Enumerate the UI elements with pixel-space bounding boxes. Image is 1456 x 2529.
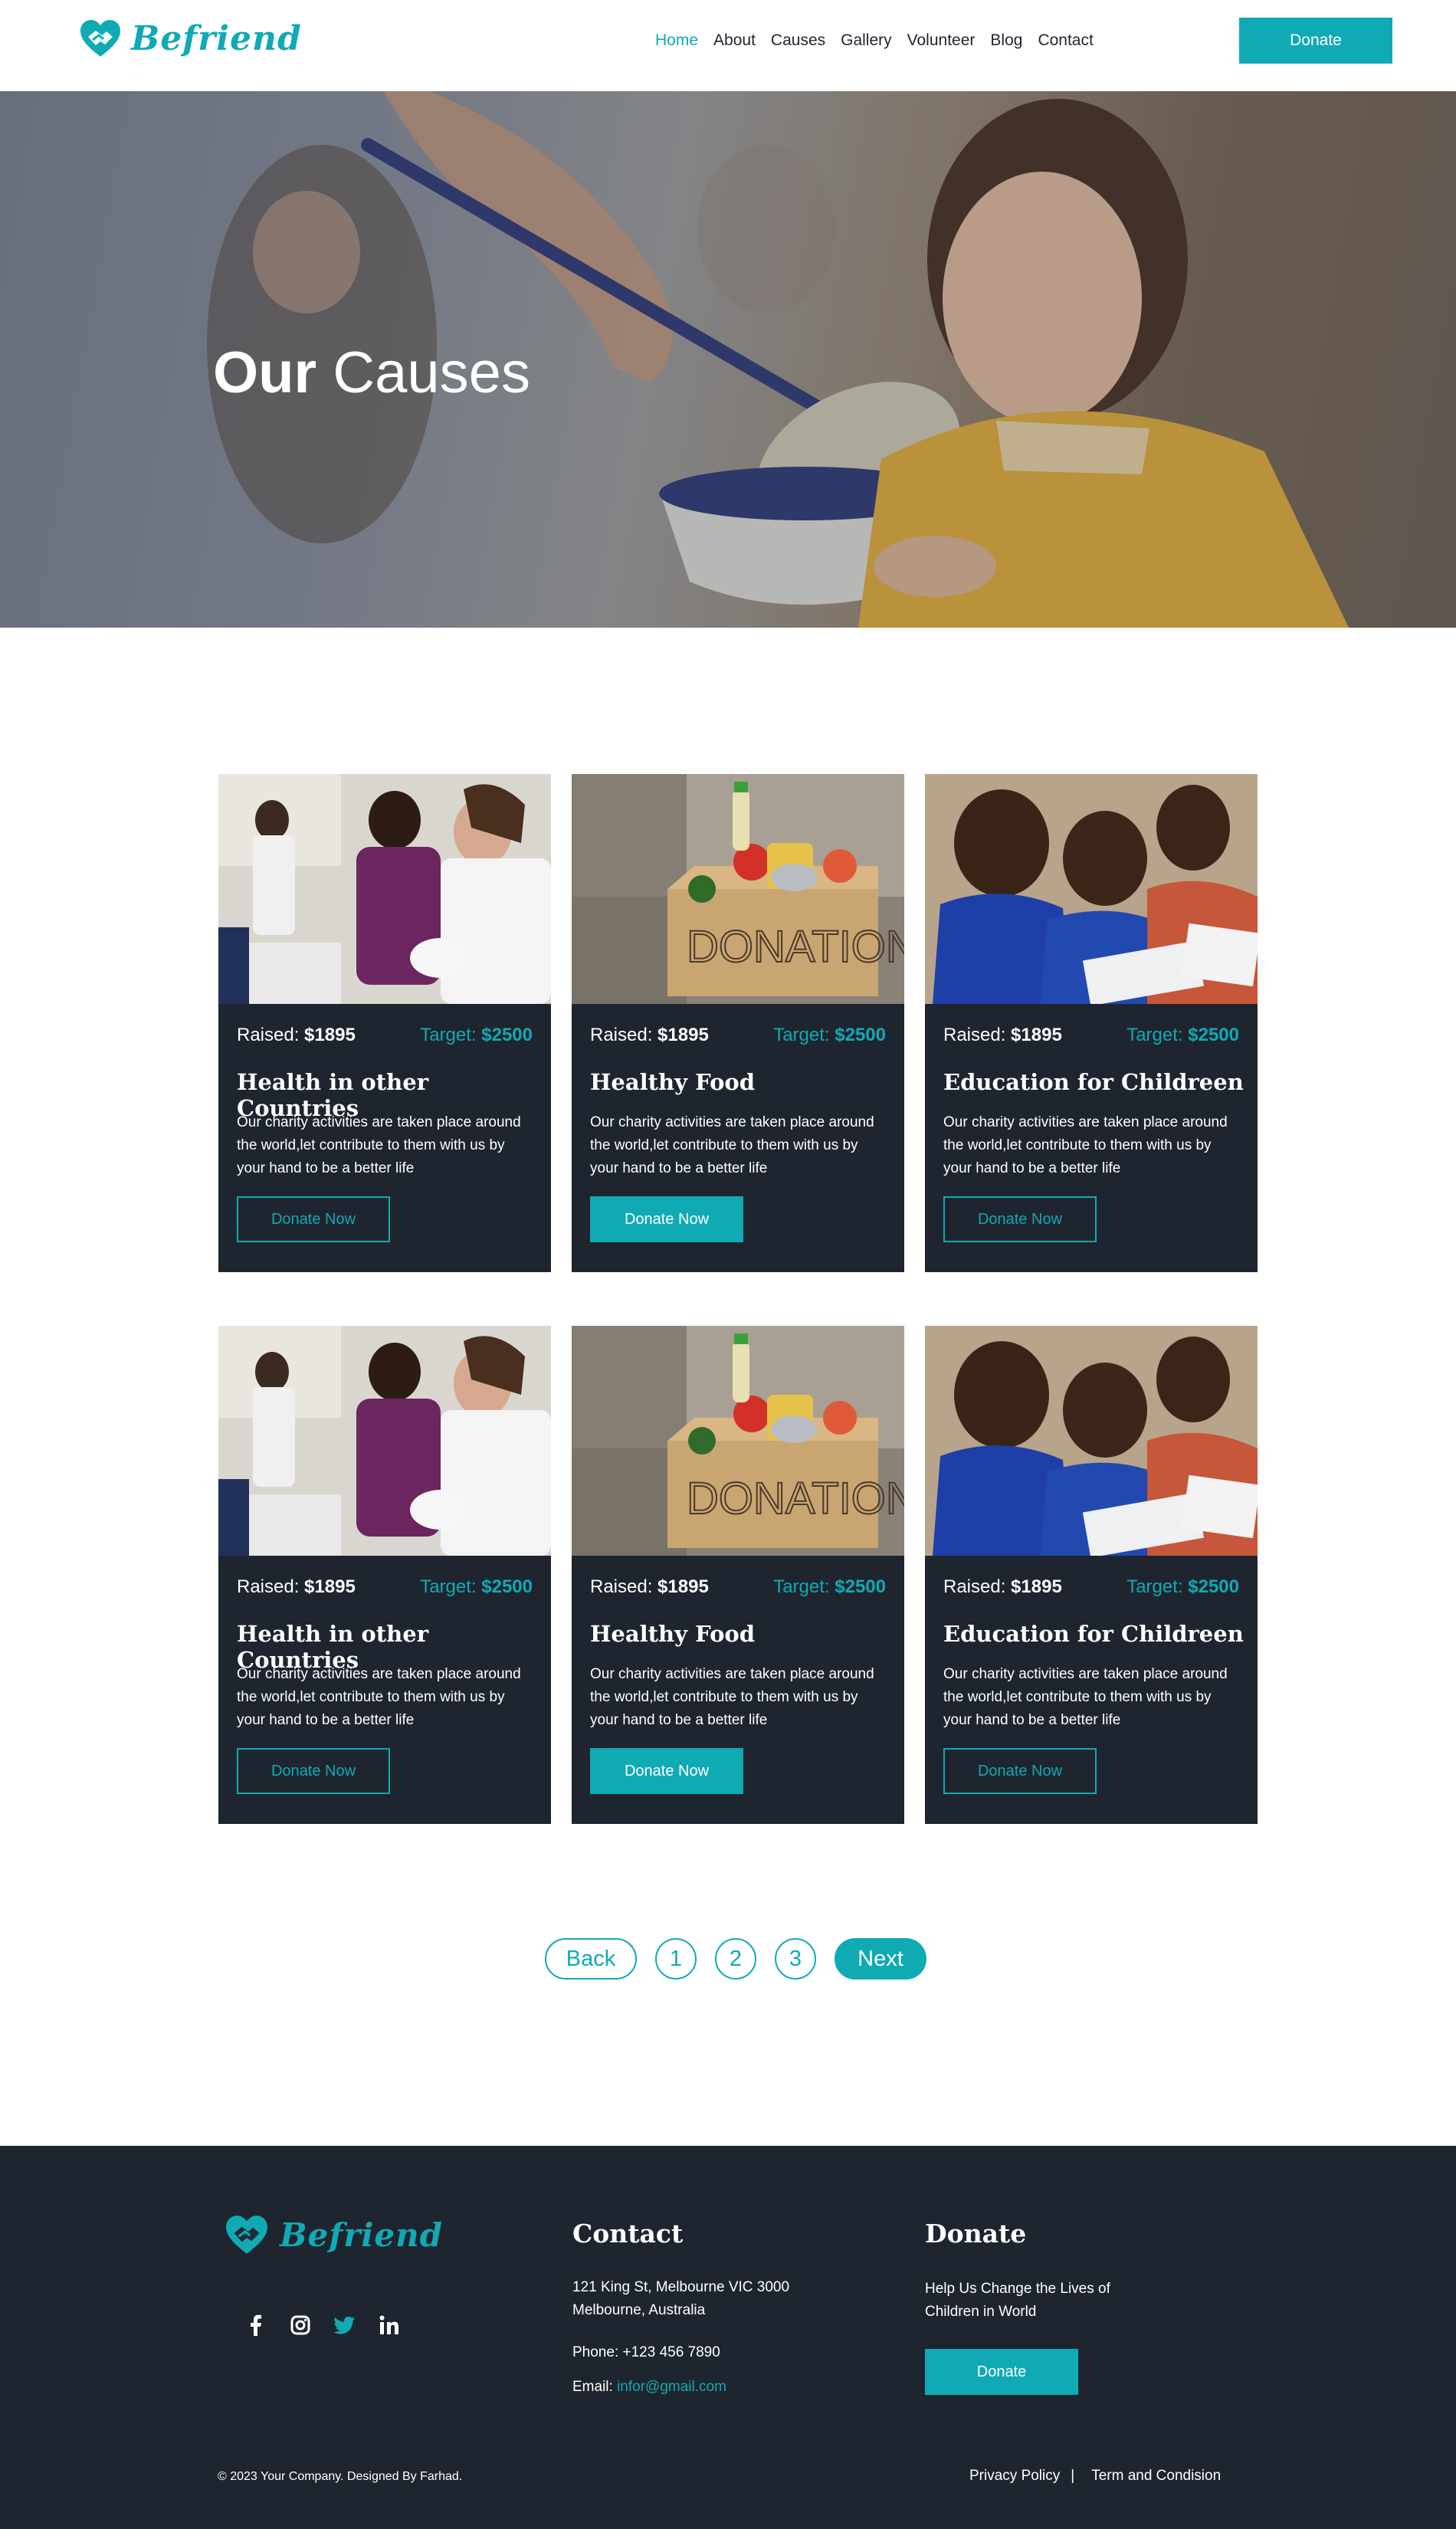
pagination-page-1[interactable]: 1 xyxy=(655,1938,697,1980)
facebook-icon[interactable] xyxy=(245,2314,267,2336)
nav-home[interactable]: Home xyxy=(655,29,698,52)
nav-volunteer[interactable]: Volunteer xyxy=(907,29,976,52)
raised-amount: Raised: $1895 xyxy=(590,1576,709,1597)
raised-amount: Raised: $1895 xyxy=(237,1025,356,1045)
footer-logo[interactable]: Befriend xyxy=(225,2214,443,2255)
cause-card: Raised: $1895 Target: $2500 Education fo… xyxy=(925,1326,1258,1824)
privacy-policy-link[interactable]: Privacy Policy xyxy=(969,2468,1060,2485)
legal-separator: | xyxy=(1071,2468,1075,2484)
footer-address: 121 King St, Melbourne VIC 3000 Melbourn… xyxy=(572,2276,789,2322)
nav-gallery[interactable]: Gallery xyxy=(841,29,892,52)
target-amount: Target: $2500 xyxy=(1126,1576,1239,1597)
target-amount: Target: $2500 xyxy=(420,1576,533,1597)
donate-now-button[interactable]: Donate Now xyxy=(590,1196,743,1242)
instagram-icon[interactable] xyxy=(290,2314,311,2336)
donate-now-button[interactable]: Donate Now xyxy=(237,1196,390,1242)
brand-logo[interactable]: Befriend xyxy=(79,18,302,58)
svg-text:DONATION: DONATION xyxy=(687,1474,904,1524)
terms-link[interactable]: Term and Condision xyxy=(1091,2468,1221,2485)
cause-description: Our charity activities are taken place a… xyxy=(237,1114,521,1176)
site-header: Befriend Home About Causes Gallery Volun… xyxy=(0,0,1456,91)
donate-text-line-1: Help Us Change the Lives of xyxy=(925,2281,1110,2297)
cause-description: Our charity activities are taken place a… xyxy=(590,1666,874,1728)
cause-stats: Raised: $1895 Target: $2500 xyxy=(590,1023,886,1048)
page-title-bold: Our xyxy=(213,340,317,405)
hero-banner: Our Causes xyxy=(0,91,1456,628)
page-title-light: Causes xyxy=(333,340,530,405)
nav-causes[interactable]: Causes xyxy=(771,29,825,52)
pagination-next-button[interactable]: Next xyxy=(835,1938,926,1980)
cause-title: Education for Childreen xyxy=(943,1621,1244,1647)
donate-now-button[interactable]: Donate Now xyxy=(237,1748,390,1794)
cause-image-health xyxy=(218,774,551,1004)
footer-donate-text: Help Us Change the Lives of Children in … xyxy=(925,2278,1110,2324)
footer-donate-button[interactable]: Donate xyxy=(925,2349,1078,2395)
cause-description: Our charity activities are taken place a… xyxy=(943,1666,1228,1728)
cause-image-food: DONATION xyxy=(572,774,904,1004)
cause-title: Education for Childreen xyxy=(943,1069,1244,1095)
main-nav: Home About Causes Gallery Volunteer Blog… xyxy=(655,29,1109,52)
cause-stats: Raised: $1895 Target: $2500 xyxy=(237,1023,533,1048)
social-links xyxy=(245,2314,400,2336)
cause-stats: Raised: $1895 Target: $2500 xyxy=(943,1575,1239,1599)
donate-text-line-2: Children in World xyxy=(925,2304,1037,2320)
cause-card: DONATION Raised: $1895 Target: $2500 Hea… xyxy=(572,774,904,1272)
raised-amount: Raised: $1895 xyxy=(943,1576,1062,1597)
target-amount: Target: $2500 xyxy=(420,1025,533,1045)
copyright-text: © 2023 Your Company. Designed By Farhad. xyxy=(218,2470,463,2483)
target-amount: Target: $2500 xyxy=(773,1025,886,1045)
raised-amount: Raised: $1895 xyxy=(237,1576,356,1597)
target-amount: Target: $2500 xyxy=(773,1576,886,1597)
donate-now-button[interactable]: Donate Now xyxy=(943,1748,1097,1794)
twitter-icon[interactable] xyxy=(334,2314,356,2336)
address-line-1: 121 King St, Melbourne VIC 3000 xyxy=(572,2279,790,2295)
heart-handshake-icon xyxy=(80,20,120,57)
address-line-2: Melbourne, Australia xyxy=(572,2302,706,2318)
cause-description: Our charity activities are taken place a… xyxy=(590,1114,874,1176)
pagination-page-2[interactable]: 2 xyxy=(715,1938,756,1980)
cause-image-education xyxy=(925,1326,1258,1556)
cause-card: Raised: $1895 Target: $2500 Health in ot… xyxy=(218,1326,551,1824)
cause-image-education xyxy=(925,774,1258,1004)
pagination: Back 1 2 3 Next xyxy=(545,1938,945,1980)
page-title: Our Causes xyxy=(213,344,530,402)
cause-image-health xyxy=(218,1326,551,1556)
nav-contact[interactable]: Contact xyxy=(1038,29,1093,52)
email-label: Email: xyxy=(572,2379,613,2395)
brand-name: Befriend xyxy=(131,18,302,58)
target-amount: Target: $2500 xyxy=(1126,1025,1239,1045)
donate-now-button[interactable]: Donate Now xyxy=(590,1748,743,1794)
cause-image-food: DONATION xyxy=(572,1326,904,1556)
raised-amount: Raised: $1895 xyxy=(943,1025,1062,1045)
legal-links: Privacy Policy | Term and Condision xyxy=(969,2468,1221,2485)
footer-donate-title: Donate xyxy=(925,2219,1027,2249)
cause-description: Our charity activities are taken place a… xyxy=(237,1666,521,1728)
raised-amount: Raised: $1895 xyxy=(590,1025,709,1045)
donate-now-button[interactable]: Donate Now xyxy=(943,1196,1097,1242)
cause-title: Healthy Food xyxy=(590,1069,756,1095)
cause-stats: Raised: $1895 Target: $2500 xyxy=(943,1023,1239,1048)
email-link[interactable]: infor@gmail.com xyxy=(617,2379,726,2395)
footer-contact-title: Contact xyxy=(572,2219,684,2249)
cause-card: Raised: $1895 Target: $2500 Health in ot… xyxy=(218,774,551,1272)
cause-description: Our charity activities are taken place a… xyxy=(943,1114,1228,1176)
pagination-page-3[interactable]: 3 xyxy=(775,1938,816,1980)
cause-title: Healthy Food xyxy=(590,1621,756,1647)
heart-handshake-icon xyxy=(226,2216,267,2254)
linkedin-icon[interactable] xyxy=(379,2314,400,2336)
cause-card: Raised: $1895 Target: $2500 Education fo… xyxy=(925,774,1258,1272)
site-footer: Befriend Contact 121 King St, Melbourne … xyxy=(0,2146,1456,2529)
footer-brand-name: Befriend xyxy=(280,2216,443,2254)
svg-text:DONATION: DONATION xyxy=(687,922,904,972)
nav-blog[interactable]: Blog xyxy=(990,29,1022,52)
cause-stats: Raised: $1895 Target: $2500 xyxy=(590,1575,886,1599)
cause-stats: Raised: $1895 Target: $2500 xyxy=(237,1575,533,1599)
pagination-back-button[interactable]: Back xyxy=(545,1938,637,1980)
header-donate-button[interactable]: Donate xyxy=(1239,18,1392,64)
nav-about[interactable]: About xyxy=(713,29,756,52)
cause-card: DONATION Raised: $1895 Target: $2500 Hea… xyxy=(572,1326,904,1824)
footer-phone: Phone: +123 456 7890 xyxy=(572,2344,720,2360)
footer-email: Email: infor@gmail.com xyxy=(572,2376,726,2399)
